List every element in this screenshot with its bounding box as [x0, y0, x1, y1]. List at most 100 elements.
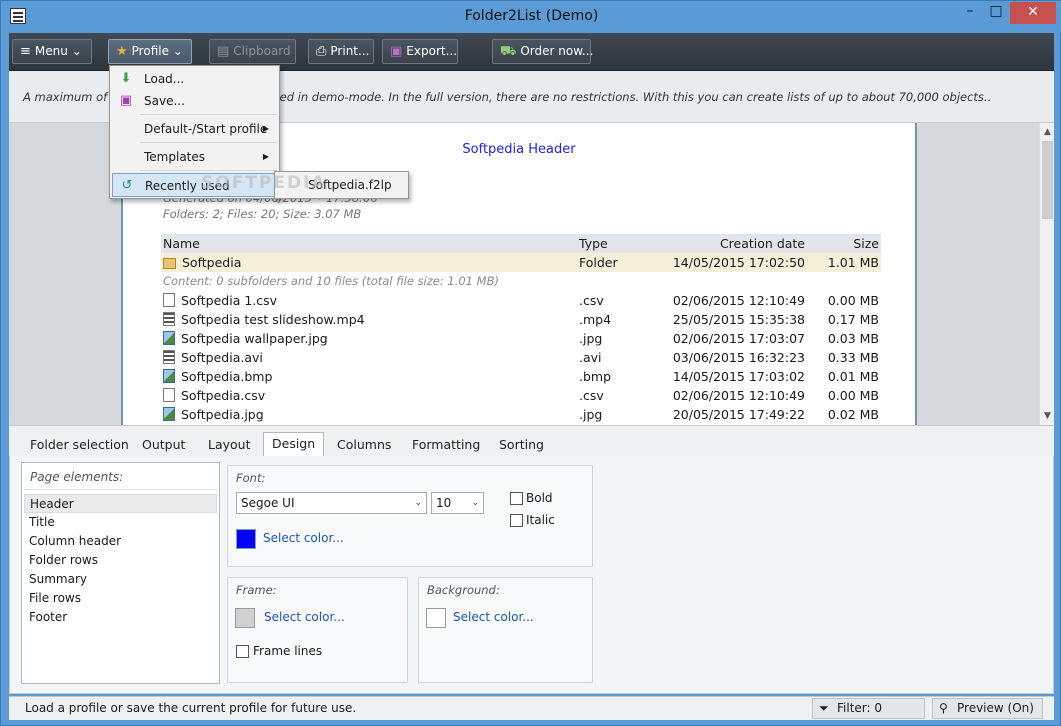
profile-button[interactable]: ★ Profile ⌄ [108, 39, 192, 64]
tab-output[interactable]: Output [134, 434, 193, 457]
background-select-color-link[interactable]: Select color... [453, 610, 534, 624]
table-row: Softpedia.csv .csv 02/06/2015 12:10:49 0… [161, 386, 881, 405]
frame-color-swatch[interactable] [235, 608, 255, 628]
file-name: Softpedia.avi [181, 350, 263, 365]
file-name: Softpedia.jpg [181, 407, 264, 422]
file-size: 0.00 MB [827, 293, 879, 308]
history-icon: ↺ [121, 178, 133, 193]
file-size: 0.03 MB [827, 331, 879, 346]
minimize-button[interactable]: – [957, 1, 983, 23]
filter-status[interactable]: ⏷ Filter: 0 [812, 698, 925, 719]
column-date: Creation date [719, 236, 805, 251]
save-disk-icon: ▣ [390, 44, 403, 59]
file-size: 0.33 MB [827, 350, 879, 365]
file-table: Name Type Creation date Size Softpedia F… [161, 234, 881, 424]
table-header: Name Type Creation date Size [161, 234, 881, 253]
list-item-folder-rows[interactable]: Folder rows [24, 551, 217, 570]
background-color-swatch[interactable] [426, 608, 446, 628]
file-icon [163, 293, 175, 307]
file-name: Softpedia.csv [181, 388, 266, 403]
font-color-swatch[interactable] [236, 529, 256, 549]
font-size-select[interactable]: 10 ⌄ [431, 492, 484, 514]
background-caption: Background: [427, 583, 500, 597]
tab-columns[interactable]: Columns [329, 434, 399, 457]
file-date: 02/06/2015 17:03:07 [672, 331, 805, 346]
table-row: Softpedia.bmp .bmp 14/05/2015 17:03:02 0… [161, 367, 881, 386]
table-row: Softpedia.avi .avi 03/06/2015 16:32:23 0… [161, 348, 881, 367]
clipboard-button[interactable]: ▤ Clipboard [209, 39, 296, 64]
printer-icon: ⎙ [316, 44, 327, 59]
video-icon [163, 312, 175, 326]
frame-lines-checkbox[interactable] [236, 645, 249, 658]
export-button[interactable]: ▣ Export... [382, 39, 458, 64]
menu-item-default-start[interactable]: Default-/Start profile ▶ [112, 117, 277, 141]
print-button[interactable]: ⎙ Print... [308, 39, 374, 64]
list-item-footer[interactable]: Footer [24, 608, 217, 627]
font-caption: Font: [236, 471, 266, 485]
video-icon [163, 350, 175, 364]
font-name-select[interactable]: Segoe UI ⌄ [236, 492, 427, 514]
italic-checkbox[interactable] [510, 514, 523, 527]
scroll-down-icon[interactable]: ▼ [1040, 409, 1055, 423]
list-item-title[interactable]: Title [24, 513, 217, 532]
image-icon [163, 407, 175, 421]
file-type: .jpg [579, 407, 603, 422]
cart-icon: ⛟ [500, 44, 517, 59]
folder-row: Softpedia Folder 14/05/2015 17:02:50 1.0… [161, 253, 881, 272]
menu-item-templates[interactable]: Templates ▶ [112, 145, 277, 169]
chevron-down-icon: ⌄ [172, 44, 183, 58]
file-type: .bmp [579, 369, 612, 384]
folder-type: Folder [579, 255, 618, 270]
filter-icon: ⏷ [819, 701, 829, 715]
page-elements-list: Page elements: Header Title Column heade… [21, 462, 220, 684]
menu-item-load[interactable]: ⬇ Load... [112, 67, 277, 91]
file-type: .csv [579, 293, 604, 308]
frame-select-color-link[interactable]: Select color... [264, 610, 345, 624]
scroll-up-icon[interactable]: ▲ [1040, 125, 1055, 139]
file-type: .avi [579, 350, 602, 365]
summary-text: Folders: 2; Files: 20; Size: 3.07 MB [163, 207, 362, 221]
frame-group: Frame: Select color... Frame lines [227, 577, 408, 683]
close-button[interactable]: ✕ [1010, 2, 1056, 24]
download-icon: ⬇ [120, 71, 132, 86]
file-date: 20/05/2015 17:49:22 [672, 407, 805, 422]
tab-design[interactable]: Design [263, 432, 325, 457]
table-row: Softpedia test slideshow.mp4 .mp4 25/05/… [161, 310, 881, 329]
maximize-button[interactable]: □ [983, 1, 1009, 23]
tab-layout[interactable]: Layout [200, 434, 259, 457]
order-button[interactable]: ⛟ Order now... [492, 39, 594, 64]
tab-strip: Folder selection Output Layout Design Co… [9, 425, 1054, 457]
list-item-column-header[interactable]: Column header [24, 532, 217, 551]
tab-sorting[interactable]: Sorting [491, 434, 552, 457]
file-icon [163, 388, 175, 402]
menu-separator [140, 170, 277, 171]
app-window: Folder2List (Demo) – □ ✕ ≡ Menu ⌄ ★ Profil… [0, 0, 1061, 726]
preview-toggle[interactable]: ⚲ Preview (On) [932, 698, 1043, 719]
image-icon [163, 331, 175, 345]
list-item-summary[interactable]: Summary [24, 570, 217, 589]
list-item-file-rows[interactable]: File rows [24, 589, 217, 608]
file-type: .jpg [579, 331, 603, 346]
file-date: 02/06/2015 12:10:49 [672, 293, 805, 308]
order-label: Order now... [520, 44, 594, 58]
menu-separator [140, 114, 277, 115]
list-item-header[interactable]: Header [24, 494, 217, 513]
file-size: 0.17 MB [827, 312, 879, 327]
preview-scrollbar[interactable]: ▲ ▼ [1039, 123, 1054, 425]
scroll-thumb[interactable] [1042, 141, 1053, 219]
menu-item-save[interactable]: ▣ Save... [112, 89, 277, 113]
menu-button[interactable]: ≡ Menu ⌄ [12, 39, 92, 64]
frame-lines-label: Frame lines [253, 644, 323, 658]
file-date: 14/05/2015 17:03:02 [672, 369, 805, 384]
table-row: Softpedia.jpg .jpg 20/05/2015 17:49:22 0… [161, 405, 881, 424]
font-size-value: 10 [436, 496, 452, 510]
tab-folder-selection[interactable]: Folder selection [22, 434, 137, 457]
menu-label: Menu [34, 44, 68, 58]
font-select-color-link[interactable]: Select color... [263, 531, 344, 545]
file-size: 0.00 MB [827, 388, 879, 403]
tab-formatting[interactable]: Formatting [404, 434, 488, 457]
print-label: Print... [330, 44, 370, 58]
bold-checkbox[interactable] [510, 492, 523, 505]
font-name-value: Segoe UI [241, 496, 295, 510]
export-label: Export... [406, 44, 458, 58]
